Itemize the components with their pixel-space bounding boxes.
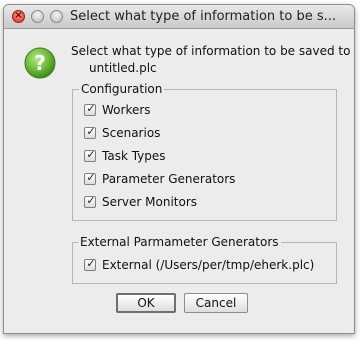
zoom-window-button[interactable] [50, 10, 63, 23]
title-bar[interactable]: × Select what type of information to be … [4, 5, 354, 29]
checkmark-icon: ✓ [86, 194, 96, 207]
ok-button[interactable]: OK [116, 293, 176, 313]
window-title: Select what type of information to be s.… [70, 9, 337, 24]
parameter-generators-label[interactable]: Parameter Generators [102, 172, 235, 186]
question-mark-icon: ? [24, 47, 56, 79]
configuration-group: Configuration ✓ Workers ✓ Scenarios ✓ Ta… [72, 82, 337, 221]
external-checkbox-row[interactable]: ✓ External (/Users/per/tmp/eherk.plc) [84, 257, 314, 273]
close-window-button[interactable]: × [12, 10, 25, 23]
parameter-generators-checkbox[interactable]: ✓ [84, 171, 96, 185]
configuration-group-label: Configuration [79, 82, 165, 96]
server-monitors-label[interactable]: Server Monitors [102, 195, 197, 209]
server-monitors-checkbox-row[interactable]: ✓ Server Monitors [84, 194, 197, 210]
message-line-1: Select what type of information to be sa… [71, 44, 351, 58]
checkmark-icon: ✓ [86, 102, 96, 115]
external-group-label: External Parmameter Generators [78, 235, 281, 249]
checkmark-icon: ✓ [86, 148, 96, 161]
parameter-generators-checkbox-row[interactable]: ✓ Parameter Generators [84, 171, 235, 187]
server-monitors-checkbox[interactable]: ✓ [84, 194, 96, 208]
scenarios-label[interactable]: Scenarios [102, 126, 160, 140]
cancel-button[interactable]: Cancel [184, 293, 248, 313]
task-types-checkbox[interactable]: ✓ [84, 148, 96, 162]
task-types-checkbox-row[interactable]: ✓ Task Types [84, 148, 166, 164]
close-icon: × [14, 10, 23, 21]
external-checkbox[interactable]: ✓ [84, 257, 96, 271]
external-generators-group: External Parmameter Generators ✓ Externa… [72, 235, 337, 284]
checkmark-icon: ✓ [86, 257, 96, 270]
task-types-label[interactable]: Task Types [102, 149, 166, 163]
checkmark-icon: ✓ [86, 125, 96, 138]
workers-checkbox-row[interactable]: ✓ Workers [84, 102, 151, 118]
scenarios-checkbox-row[interactable]: ✓ Scenarios [84, 125, 160, 141]
dialog-window: × Select what type of information to be … [3, 4, 355, 334]
checkmark-icon: ✓ [86, 171, 96, 184]
minimize-window-button[interactable] [31, 10, 44, 23]
svg-text:?: ? [34, 51, 46, 75]
message-filename: untitled.plc [89, 61, 157, 75]
external-label[interactable]: External (/Users/per/tmp/eherk.plc) [102, 258, 314, 272]
dialog-message: Select what type of information to be sa… [71, 43, 351, 77]
scenarios-checkbox[interactable]: ✓ [84, 125, 96, 139]
workers-label[interactable]: Workers [102, 103, 151, 117]
workers-checkbox[interactable]: ✓ [84, 102, 96, 116]
